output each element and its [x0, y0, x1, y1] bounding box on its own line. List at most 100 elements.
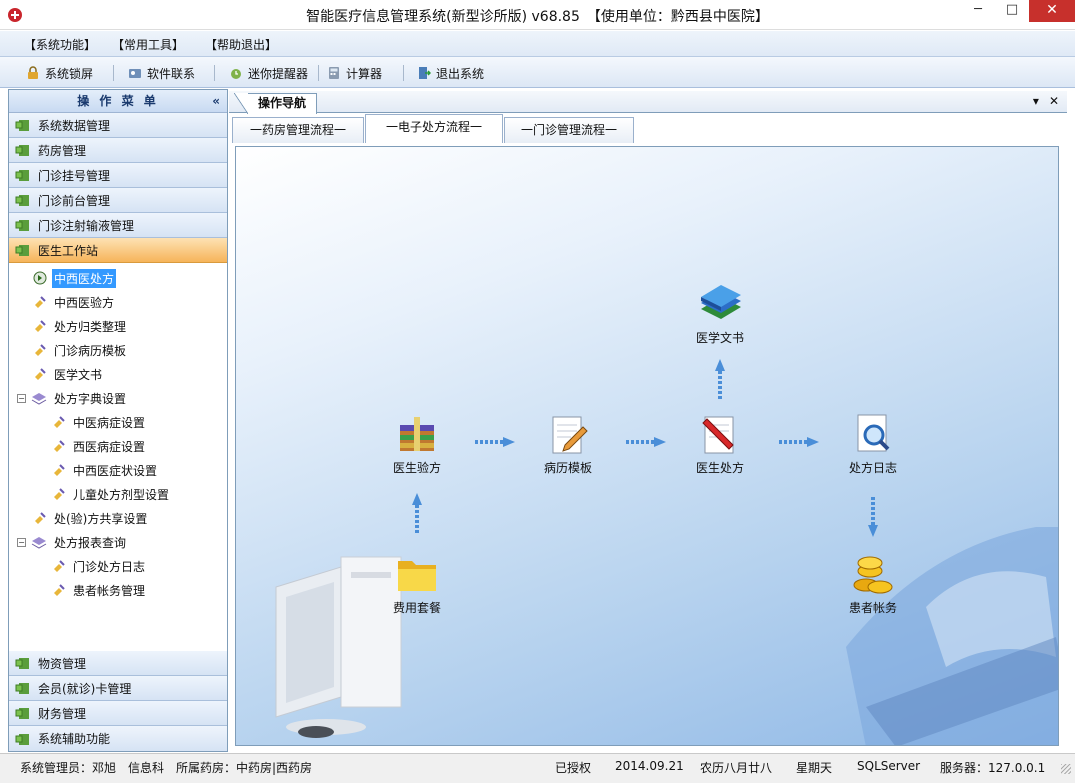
exit-system-label: 退出系统 [436, 66, 485, 81]
tree-item-child-dosage[interactable]: 儿童处方剂型设置 [52, 484, 171, 504]
archive-box-icon [400, 417, 434, 451]
category-label: 系统辅助功能 [38, 732, 111, 746]
exit-system-button[interactable]: 退出系统 [417, 64, 484, 82]
tab-operation-navigation[interactable]: 操作导航 [233, 93, 318, 114]
tree-item-wm-disease[interactable]: 西医病症设置 [52, 436, 147, 456]
category-pharmacy[interactable]: 药房管理 [9, 138, 227, 163]
node-fee-package[interactable]: 费用套餐 [377, 551, 457, 616]
keyboard-hands-illustration [846, 527, 1058, 745]
reminder-label: 迷你提醒器 [248, 66, 309, 81]
node-doctor-prescription[interactable]: 医生处方 [680, 411, 760, 476]
tab-eprescription-flow[interactable]: 一电子处方流程一 [365, 114, 503, 143]
collapse-toggle[interactable]: − [17, 393, 26, 403]
tree-item-patient-accounts[interactable]: 患者帐务管理 [52, 580, 147, 600]
tree-item-tcm-disease[interactable]: 中医病症设置 [52, 412, 147, 432]
node-medical-docs[interactable]: 医学文书 [680, 281, 760, 346]
category-label: 药房管理 [38, 143, 87, 158]
category-aux-functions[interactable]: 系统辅助功能 [9, 726, 227, 751]
tab-outpatient-flow[interactable]: 一门诊管理流程一 [504, 117, 634, 143]
main-area: 操作导航 ▾ ✕ 一药房管理流程一 一电子处方流程一 一门诊管理流程一 医学文书… [229, 89, 1067, 752]
arrow-right-icon [475, 437, 515, 447]
tool-icon [35, 320, 46, 332]
tool-icon [35, 296, 46, 308]
menu-system-functions[interactable]: 【系统功能】 [24, 36, 96, 53]
category-label: 物资管理 [38, 656, 87, 671]
calculator-button[interactable]: 计算器 [327, 64, 382, 82]
stack-icon [31, 537, 47, 549]
status-pharmacy: 所属药房：中药房|西药房 [176, 761, 313, 775]
calculator-label: 计算器 [346, 66, 383, 81]
status-department: 信息科 [128, 761, 165, 775]
node-record-template[interactable]: 病历模板 [528, 411, 608, 476]
category-label: 财务管理 [38, 706, 87, 721]
node-prescription-log[interactable]: 处方日志 [833, 411, 913, 476]
tool-icon [54, 584, 65, 596]
operation-menu-panel: 操 作 菜 单 « 系统数据管理 药房管理 门诊挂号管理 门诊前台管理 门诊注射… [8, 89, 228, 752]
category-infusion[interactable]: 门诊注射输液管理 [9, 213, 227, 238]
toolbar-divider [214, 65, 215, 81]
node-doctor-recipe[interactable]: 医生验方 [377, 411, 457, 476]
close-button[interactable]: ✕ [1029, 0, 1075, 22]
document-edit-icon [552, 416, 588, 454]
category-finance[interactable]: 财务管理 [9, 701, 227, 726]
title-bar: 智能医疗信息管理系统(新型诊所版) v68.85 【使用单位：黔西县中医院】 ─… [0, 0, 1075, 30]
category-doctor-workstation[interactable]: 医生工作站 [9, 238, 227, 263]
module-icon [15, 708, 29, 719]
document-search-icon [857, 414, 890, 452]
minimize-button[interactable]: ─ [961, 0, 995, 22]
lock-screen-button[interactable]: 系统锁屏 [26, 64, 93, 82]
tree-item-record-template[interactable]: 门诊病历模板 [33, 340, 128, 360]
collapse-panel-button[interactable]: « [212, 90, 220, 112]
tool-icon [54, 488, 65, 500]
module-icon [15, 120, 29, 131]
reminder-icon [231, 69, 241, 79]
toolbar: 系统锁屏 软件联系 迷你提醒器 计算器 退出系统 [0, 57, 1075, 88]
tool-icon [35, 512, 46, 524]
category-member-card[interactable]: 会员(就诊)卡管理 [9, 676, 227, 701]
window-controls: ─ □ ✕ [961, 0, 1075, 22]
tree-item-prescription[interactable]: 中西医处方 [33, 268, 117, 288]
category-front-desk[interactable]: 门诊前台管理 [9, 188, 227, 213]
maximize-button[interactable]: □ [995, 0, 1029, 22]
module-icon [15, 245, 29, 256]
tree-item-medical-docs[interactable]: 医学文书 [33, 364, 104, 384]
contact-button[interactable]: 软件联系 [128, 64, 195, 82]
lock-icon [28, 66, 38, 79]
reminder-button[interactable]: 迷你提醒器 [229, 64, 308, 82]
tree-folder-reports[interactable]: − 处方报表查询 [17, 532, 128, 552]
books-icon [701, 285, 741, 319]
menu-common-tools[interactable]: 【常用工具】 [112, 36, 184, 53]
module-icon [15, 733, 29, 745]
tool-icon [54, 416, 65, 428]
window-title: 智能医疗信息管理系统(新型诊所版) v68.85 【使用单位：黔西县中医院】 [306, 9, 769, 25]
category-label: 门诊前台管理 [38, 193, 111, 208]
category-materials[interactable]: 物资管理 [9, 651, 227, 676]
tree-item-recipe[interactable]: 中西医验方 [33, 292, 116, 312]
tab-list-dropdown-icon[interactable]: ▾ [1033, 94, 1039, 108]
menu-help-exit[interactable]: 【帮助退出】 [205, 36, 277, 53]
tool-icon [35, 344, 46, 356]
module-icon [15, 658, 29, 669]
status-server: 服务器：127.0.0.1 [940, 761, 1046, 775]
arrow-right-icon [626, 437, 666, 447]
status-bar: 系统管理员：邓旭 信息科 所属药房：中药房|西药房 已授权 2014.09.21… [0, 753, 1075, 783]
tree-item-prescription-log[interactable]: 门诊处方日志 [52, 556, 147, 576]
category-label: 门诊注射输液管理 [38, 218, 135, 233]
status-date: 2014.09.21 [615, 759, 684, 773]
tab-pharmacy-flow[interactable]: 一药房管理流程一 [232, 117, 364, 143]
tab-close-icon[interactable]: ✕ [1049, 94, 1059, 108]
tree-folder-dictionary[interactable]: − 处方字典设置 [17, 388, 128, 408]
document-tab-strip: 操作导航 ▾ ✕ [229, 91, 1067, 114]
tree-item-symptom[interactable]: 中西医症状设置 [52, 460, 159, 480]
node-patient-accounts[interactable]: 患者帐务 [833, 551, 913, 616]
category-system-data[interactable]: 系统数据管理 [9, 113, 227, 138]
prescription-pen-icon [702, 416, 734, 454]
collapse-toggle[interactable]: − [17, 537, 26, 547]
tree-item-share-settings[interactable]: 处(验)方共享设置 [33, 508, 149, 528]
resize-grip-icon[interactable] [1061, 764, 1071, 774]
lock-screen-label: 系统锁屏 [45, 66, 94, 81]
tree-item-classify[interactable]: 处方归类整理 [33, 316, 128, 336]
category-registration[interactable]: 门诊挂号管理 [9, 163, 227, 188]
toolbar-divider [318, 65, 319, 81]
category-label: 系统数据管理 [38, 118, 111, 133]
